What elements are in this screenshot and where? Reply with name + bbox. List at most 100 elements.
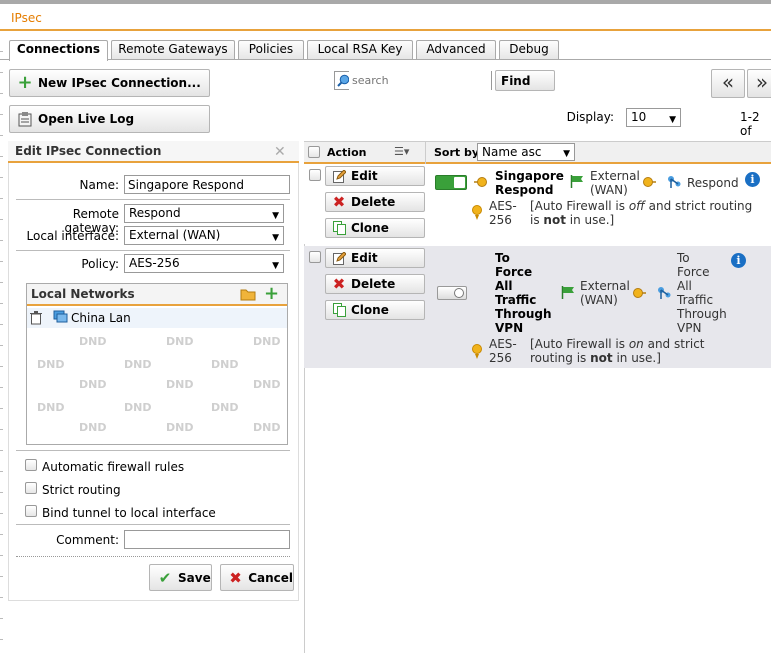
local-networks-box[interactable]: Local Networks + China Lan DND DND DND D…	[26, 283, 288, 445]
add-network-icon[interactable]: +	[264, 285, 279, 303]
dnd-watermark: DND	[124, 401, 152, 414]
info-icon[interactable]: i	[731, 253, 746, 268]
dropdown-arrow-icon: ▼	[272, 261, 279, 271]
left-strip	[0, 31, 3, 653]
dnd-watermark: DND	[211, 358, 239, 371]
strict-routing-checkbox[interactable]	[25, 482, 37, 494]
divider	[16, 524, 290, 525]
tab-local-rsa-key[interactable]: Local RSA Key	[307, 40, 413, 59]
find-button[interactable]: Find	[495, 70, 555, 91]
remote-gateway-value: Respond	[129, 206, 181, 220]
tab-policies[interactable]: Policies	[238, 40, 304, 59]
edit-button[interactable]: Edit	[325, 248, 425, 268]
tab-remote-gateways[interactable]: Remote Gateways	[111, 40, 235, 59]
network-name: China Lan	[71, 311, 131, 325]
list-item[interactable]: China Lan	[27, 308, 287, 328]
enable-toggle-on[interactable]	[435, 175, 467, 190]
dropdown-arrow-icon: ▼	[272, 211, 279, 221]
interface-line: External	[590, 169, 640, 183]
delete-button[interactable]: ✖ Delete	[325, 192, 425, 212]
policy-line: AES-	[489, 337, 517, 351]
local-interface-value: External (WAN)	[129, 228, 221, 242]
close-icon[interactable]: ✕	[274, 144, 286, 160]
gateway-line: All	[677, 279, 692, 293]
network-icon	[52, 310, 68, 327]
note-text: in use.]	[612, 351, 661, 365]
enable-toggle-off[interactable]	[437, 286, 467, 300]
delete-label: Delete	[351, 195, 396, 209]
clone-icon	[331, 303, 347, 317]
row-note-line: is not in use.]	[530, 213, 752, 227]
comment-label: Comment:	[56, 533, 119, 547]
dnd-watermark: DND	[166, 335, 194, 348]
note-fw-state: on	[628, 337, 644, 351]
display-value: 10	[631, 110, 647, 124]
cancel-x-icon: ✖	[229, 568, 242, 587]
note-text: routing is	[530, 351, 591, 365]
clone-button[interactable]: Clone	[325, 300, 425, 320]
trash-icon[interactable]	[30, 311, 42, 328]
interface-name: External (WAN)	[580, 279, 630, 307]
remote-gateway-select[interactable]: Respond ▼	[124, 204, 284, 223]
row-note-line: routing is not in use.]	[530, 351, 705, 365]
dropdown-arrow-icon: ▼	[272, 233, 279, 243]
row-note: [Auto Firewall is on and strict routing …	[530, 337, 705, 365]
gateway-line: To	[677, 251, 690, 265]
local-networks-header: Local Networks +	[27, 284, 287, 306]
interface-flag-icon	[570, 175, 583, 188]
auto-firewall-checkbox[interactable]	[25, 459, 37, 471]
sort-select[interactable]: Name asc ▼	[477, 143, 575, 161]
strict-routing-label: Strict routing	[42, 483, 121, 497]
local-interface-label: Local interface:	[26, 229, 119, 243]
cancel-button[interactable]: ✖ Cancel	[220, 564, 294, 591]
folder-icon[interactable]	[240, 288, 256, 304]
row-checkbox[interactable]	[309, 251, 321, 263]
title-bar: IPsec	[0, 4, 771, 31]
gateway-icon	[658, 287, 671, 299]
edit-label: Edit	[351, 169, 378, 183]
save-button[interactable]: ✔ Save	[149, 564, 212, 591]
name-input[interactable]	[124, 175, 290, 194]
policy-select[interactable]: AES-256 ▼	[124, 254, 284, 273]
open-live-log-button[interactable]: Open Live Log	[9, 105, 210, 133]
clone-button[interactable]: Clone	[325, 218, 425, 238]
note-text: and strict	[643, 337, 705, 351]
tab-debug[interactable]: Debug	[499, 40, 559, 59]
column-menu-icon[interactable]: ☰▾	[394, 145, 409, 158]
comment-input[interactable]	[124, 530, 290, 549]
divider	[16, 556, 290, 557]
bind-tunnel-checkbox[interactable]	[25, 505, 37, 517]
tab-advanced[interactable]: Advanced	[416, 40, 496, 59]
header-divider	[425, 141, 426, 165]
dnd-watermark: DND	[253, 421, 281, 434]
local-interface-select[interactable]: External (WAN) ▼	[124, 226, 284, 245]
new-connection-label: New IPsec Connection...	[38, 76, 201, 90]
edit-icon	[331, 169, 347, 183]
dnd-watermark: DND	[79, 335, 107, 348]
search-input[interactable]	[349, 71, 491, 90]
divider	[16, 450, 290, 451]
gateway-line: Force	[677, 265, 710, 279]
name-label: Name:	[79, 178, 119, 192]
policy-line: 256	[489, 351, 512, 365]
row-checkbox[interactable]	[309, 169, 321, 181]
info-icon[interactable]: i	[745, 172, 760, 187]
search-box[interactable]	[334, 71, 492, 90]
tab-connections[interactable]: Connections	[9, 40, 108, 61]
dnd-watermark: DND	[37, 401, 65, 414]
new-ipsec-connection-button[interactable]: + New IPsec Connection...	[9, 69, 210, 97]
delete-button[interactable]: ✖ Delete	[325, 274, 425, 294]
delete-icon: ✖	[332, 275, 346, 293]
policy-value: AES-256	[129, 256, 180, 270]
policy-name: AES- 256	[489, 199, 517, 227]
dnd-watermark: DND	[253, 378, 281, 391]
note-not: not	[590, 351, 613, 365]
row-note-line: [Auto Firewall is off and strict routing	[530, 199, 752, 213]
select-all-checkbox[interactable]	[308, 146, 320, 158]
display-select[interactable]: 10 ▼	[626, 108, 681, 127]
next-page-button[interactable]: »	[747, 69, 771, 98]
policy-medal-icon	[472, 344, 482, 359]
prev-page-button[interactable]: «	[711, 69, 745, 98]
edit-button[interactable]: Edit	[325, 166, 425, 186]
connection-name-line: Through	[495, 307, 552, 321]
